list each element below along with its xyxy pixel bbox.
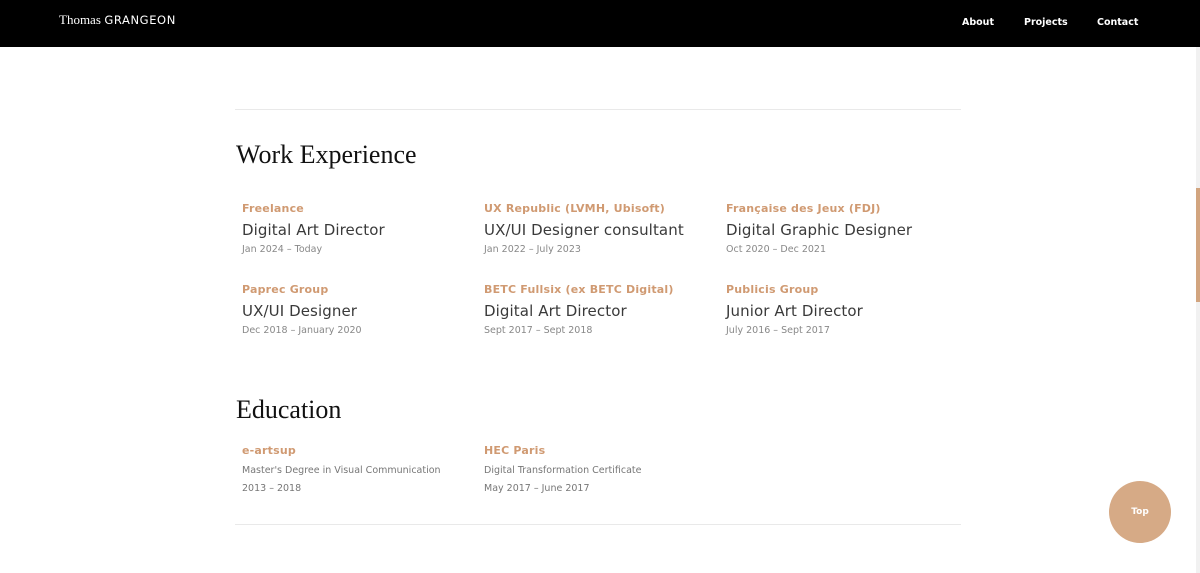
- education-degree: Master's Degree in Visual Communication: [242, 465, 441, 476]
- work-org: Freelance: [242, 202, 304, 215]
- work-item-betc: BETC Fullsix (ex BETC Digital) Digital A…: [484, 283, 714, 337]
- work-item-publicis: Publicis Group Junior Art Director July …: [726, 283, 956, 337]
- work-role: UX/UI Designer: [242, 302, 358, 320]
- education-dates: May 2017 – June 2017: [484, 483, 590, 494]
- work-dates: July 2016 – Sept 2017: [726, 325, 830, 336]
- work-item-paprec: Paprec Group UX/UI Designer Dec 2018 – J…: [242, 283, 472, 337]
- education-school: e-artsup: [242, 444, 296, 457]
- work-dates: Sept 2017 – Sept 2018: [484, 325, 593, 336]
- work-dates: Oct 2020 – Dec 2021: [726, 244, 826, 255]
- work-item-fdj: Française des Jeux (FDJ) Digital Graphic…: [726, 202, 956, 256]
- work-dates: Jan 2024 – Today: [242, 244, 323, 255]
- work-org: Paprec Group: [242, 283, 329, 296]
- work-role: Digital Art Director: [242, 221, 385, 239]
- back-to-top-button[interactable]: Top: [1109, 481, 1171, 543]
- scrollbar-thumb[interactable]: [1196, 188, 1200, 302]
- work-role: UX/UI Designer consultant: [484, 221, 684, 239]
- work-experience-heading: Work Experience: [236, 140, 417, 169]
- education-item-hec: HEC Paris Digital Transformation Certifi…: [484, 444, 714, 495]
- work-role: Junior Art Director: [726, 302, 863, 320]
- work-org: Française des Jeux (FDJ): [726, 202, 881, 215]
- work-dates: Dec 2018 – January 2020: [242, 325, 362, 336]
- divider-bottom: [235, 524, 961, 525]
- scrollbar-track[interactable]: [1196, 47, 1200, 573]
- back-to-top-label: Top: [1131, 507, 1149, 517]
- nav-link-about[interactable]: About: [962, 17, 994, 28]
- work-role: Digital Art Director: [484, 302, 627, 320]
- work-item-ux-republic: UX Republic (LVMH, Ubisoft) UX/UI Design…: [484, 202, 714, 256]
- work-item-freelance: Freelance Digital Art Director Jan 2024 …: [242, 202, 472, 256]
- work-role: Digital Graphic Designer: [726, 221, 913, 239]
- education-heading: Education: [236, 395, 342, 424]
- work-org: Publicis Group: [726, 283, 819, 296]
- top-navigation-bar: Thomas GRANGEON About Projects Contact: [0, 0, 1200, 47]
- education-degree: Digital Transformation Certificate: [484, 465, 642, 476]
- work-org: BETC Fullsix (ex BETC Digital): [484, 283, 674, 296]
- education-item-e-artsup: e-artsup Master's Degree in Visual Commu…: [242, 444, 472, 495]
- nav-link-projects[interactable]: Projects: [1024, 17, 1068, 28]
- education-dates: 2013 – 2018: [242, 483, 302, 494]
- work-dates: Jan 2022 – July 2023: [484, 244, 581, 255]
- work-org: UX Republic (LVMH, Ubisoft): [484, 202, 665, 215]
- main-nav: About Projects Contact: [0, 17, 1200, 31]
- nav-link-contact[interactable]: Contact: [1097, 17, 1138, 28]
- education-school: HEC Paris: [484, 444, 546, 457]
- divider-top: [235, 109, 961, 110]
